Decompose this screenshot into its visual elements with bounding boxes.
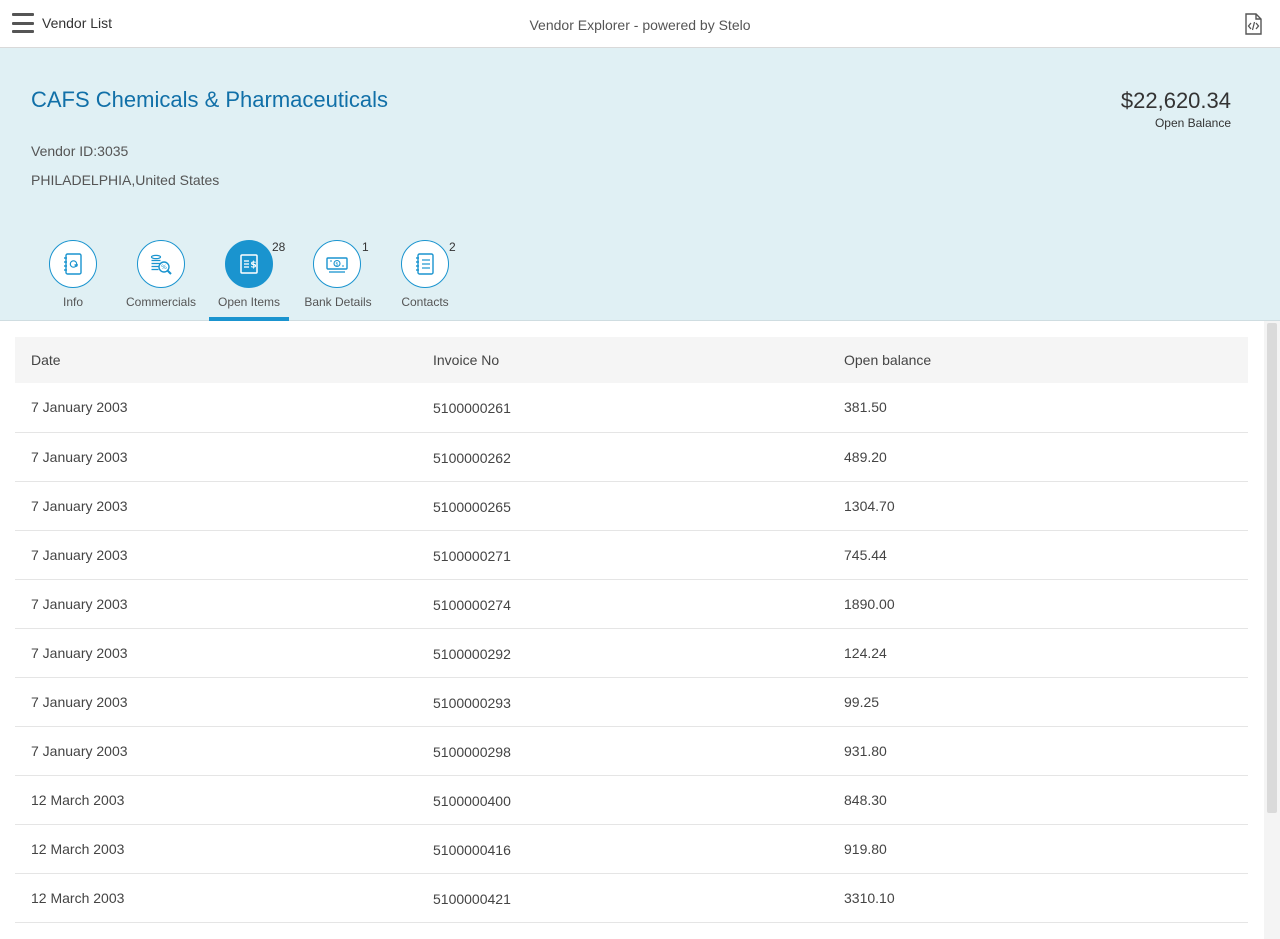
tab-commercials[interactable]: % Commercials (125, 240, 197, 321)
column-header-invoice-no[interactable]: Invoice No (417, 337, 828, 383)
cell-date: 7 January 2003 (31, 644, 128, 661)
open-balance-label: Open Balance (1154, 116, 1231, 130)
cell-invoice-no: 5100000265 (433, 498, 511, 515)
table-body: 7 January 2003 5100000261 381.50 7 January … (15, 383, 1248, 922)
notebook-icon (401, 240, 449, 288)
table-header-row: Date Invoice No Open balance (15, 337, 1248, 383)
coins-search-icon: % (137, 240, 185, 288)
svg-text:$: $ (335, 262, 338, 268)
table-row[interactable]: 12 March 2003 5100000416 919.80 (15, 824, 1248, 873)
column-header-open-balance[interactable]: Open balance (828, 337, 1248, 383)
cell-open-balance: 848.30 (844, 791, 887, 808)
cell-open-balance: 1890.00 (844, 595, 895, 612)
cell-open-balance: 919.80 (844, 840, 887, 857)
column-header-date[interactable]: Date (15, 337, 417, 383)
cell-date: 7 January 2003 (31, 742, 128, 759)
top-bar: Vendor List Vendor Explorer - powered by… (0, 0, 1280, 48)
tab-open-items[interactable]: $ 28 Open Items (209, 240, 289, 321)
cell-open-balance: 3310.10 (844, 889, 895, 906)
invoice-dollar-icon: $ (225, 240, 273, 288)
vertical-scrollbar[interactable] (1264, 321, 1280, 939)
cell-date: 7 January 2003 (31, 595, 128, 612)
cell-invoice-no: 5100000400 (433, 792, 511, 809)
cell-invoice-no: 5100000298 (433, 743, 511, 760)
contacts-count: 2 (449, 240, 456, 254)
table-row[interactable]: 12 March 2003 5100000421 3310.10 (15, 873, 1248, 922)
tab-contacts[interactable]: 2 Contacts (401, 240, 456, 321)
tab-bank-details[interactable]: $ 1 Bank Details (303, 240, 373, 321)
cell-invoice-no: 5100000421 (433, 890, 511, 907)
app-title: Vendor Explorer - powered by Stelo (529, 17, 751, 33)
tab-info-label: Info (62, 295, 83, 309)
cell-date: 12 March 2003 (31, 840, 125, 857)
cell-date: 7 January 2003 (31, 497, 128, 514)
open-items-table: Date Invoice No Open balance 7 January 2… (15, 337, 1248, 923)
tab-bank-details-label: Bank Details (304, 295, 372, 309)
table-row[interactable]: 7 January 2003 5100000292 124.24 (15, 628, 1248, 677)
vendor-header: CAFS Chemicals & Pharmaceuticals Vendor … (0, 48, 1280, 321)
table-row[interactable]: 7 January 2003 5100000271 745.44 (15, 530, 1248, 579)
cell-open-balance: 124.24 (844, 644, 887, 661)
svg-text:%: % (161, 264, 167, 271)
table-row[interactable]: 7 January 2003 5100000274 1890.00 (15, 579, 1248, 628)
cell-open-balance: 489.20 (844, 448, 887, 465)
cell-invoice-no: 5100000261 (433, 400, 511, 417)
table-row[interactable]: 7 January 2003 5100000262 489.20 (15, 432, 1248, 481)
cell-invoice-no: 5100000271 (433, 547, 511, 564)
vendor-location: PHILADELPHIA,United States (31, 172, 220, 188)
table-row[interactable]: 7 January 2003 5100000261 381.50 (15, 383, 1248, 432)
table-row[interactable]: 7 January 2003 5100000293 99.25 (15, 677, 1248, 726)
cell-invoice-no: 5100000292 (433, 645, 511, 662)
bank-details-count: 1 (362, 240, 369, 254)
cell-open-balance: 931.80 (844, 742, 887, 759)
open-items-count: 28 (272, 240, 286, 254)
cell-invoice-no: 5100000274 (433, 596, 511, 613)
code-file-icon[interactable] (1242, 13, 1264, 35)
svg-text:$: $ (250, 261, 256, 271)
tab-contacts-label: Contacts (401, 295, 449, 309)
vendor-name: CAFS Chemicals & Pharmaceuticals (31, 87, 389, 112)
cell-open-balance: 745.44 (844, 546, 887, 563)
open-balance: $22,620.34 Open Balance (1121, 88, 1231, 130)
cell-invoice-no: 5100000293 (433, 694, 511, 711)
cell-date: 12 March 2003 (31, 791, 125, 808)
table-row[interactable]: 7 January 2003 5100000265 1304.70 (15, 481, 1248, 530)
cell-open-balance: 1304.70 (844, 497, 895, 514)
vendor-id: Vendor ID:3035 (31, 143, 129, 159)
cell-date: 7 January 2003 (31, 399, 128, 416)
table-row[interactable]: 7 January 2003 5100000298 931.80 (15, 726, 1248, 775)
tab-info[interactable]: Info (49, 240, 97, 321)
cell-invoice-no: 5100000262 (433, 449, 511, 466)
cell-open-balance: 381.50 (844, 399, 887, 416)
cell-date: 7 January 2003 (31, 693, 128, 710)
open-items-panel: Date Invoice No Open balance 7 January 2… (0, 321, 1264, 939)
cell-date: 12 March 2003 (31, 889, 125, 906)
open-balance-value: $22,620.34 (1120, 88, 1231, 113)
cell-date: 7 January 2003 (31, 448, 128, 465)
cell-date: 7 January 2003 (31, 546, 128, 563)
banknote-icon: $ (313, 240, 361, 288)
cell-open-balance: 99.25 (844, 693, 880, 710)
tab-commercials-label: Commercials (125, 295, 196, 309)
tab-open-items-label: Open Items (217, 295, 281, 309)
scrollbar-thumb[interactable] (1267, 323, 1277, 813)
table-row[interactable]: 12 March 2003 5100000400 848.30 (15, 775, 1248, 824)
cell-invoice-no: 5100000416 (433, 841, 511, 858)
address-book-icon (49, 240, 97, 288)
